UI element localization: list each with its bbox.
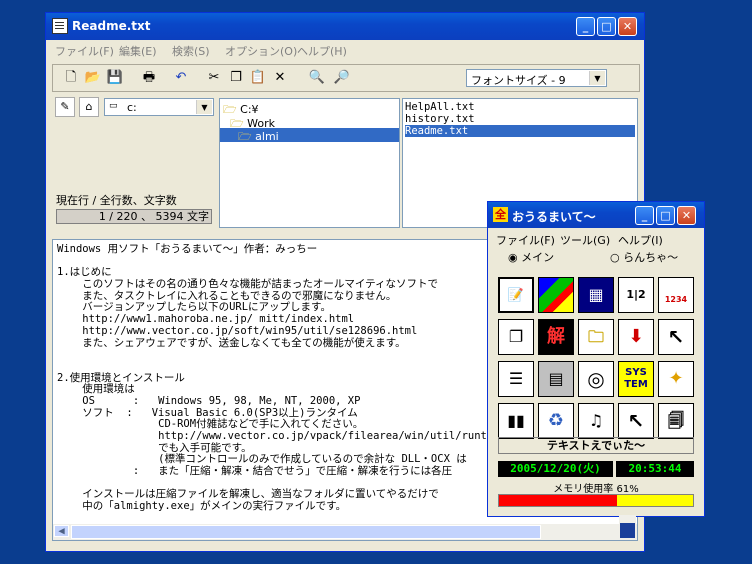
scroll-thumb-vertical[interactable] <box>620 523 635 538</box>
minimize-button[interactable]: _ <box>635 206 654 225</box>
maximize-button[interactable]: □ <box>597 17 616 36</box>
drive-icon: ▭ <box>109 101 118 111</box>
list-item-selected[interactable]: Readme.txt <box>405 125 635 137</box>
radio-main-label: メイン <box>521 251 555 264</box>
music-tool-icon[interactable]: ♫ <box>578 403 614 439</box>
menu-file[interactable]: ファイル(F) <box>496 232 555 248</box>
find-next-icon[interactable]: 🔎 <box>332 68 352 88</box>
left-panel: ✎ ⌂ ▭ c: ▼ 現在行 / 全行数、文字数 1 / 220 、 5394 … <box>52 96 218 228</box>
find-icon[interactable]: 🔍 <box>307 68 327 88</box>
scroll-thumb[interactable] <box>71 525 541 539</box>
status-value: 1 / 220 、 5394 文字 <box>56 209 212 224</box>
memory-usage-label: メモリ使用率 61% <box>553 484 639 495</box>
calculator-tool-icon[interactable]: ▦ <box>578 277 614 313</box>
number-tool-icon[interactable]: 1234 <box>658 277 694 313</box>
undo-icon[interactable]: ↶ <box>171 68 191 88</box>
launcher-title: おうるまいて～ <box>512 210 596 224</box>
editor-vertical-scrollbar[interactable] <box>619 515 636 539</box>
memory-usage-bar <box>498 494 694 507</box>
edit-properties-icon[interactable]: ✎ <box>55 97 75 117</box>
horizontal-scrollbar[interactable]: ◀ <box>53 524 637 540</box>
print-icon[interactable]: 🖶 <box>139 68 159 88</box>
radio-launcher-label: らんちゃ～ <box>623 251 679 264</box>
chevron-down-icon[interactable]: ▼ <box>196 100 212 114</box>
film-tool-icon[interactable]: ▤ <box>538 361 574 397</box>
memory-usage-fill <box>499 495 618 506</box>
launcher-window: 全 おうるまいて～ _ □ ✕ ファイル(F) ツール(G) ヘルプ(I) ◉ … <box>487 201 705 517</box>
folder-open-icon: 🗁 <box>238 130 252 143</box>
selected-tool-label: テキストえでぃた～ <box>498 437 694 454</box>
text-list-tool-icon[interactable]: ☰ <box>498 361 534 397</box>
paint-tool-icon[interactable] <box>538 277 574 313</box>
kai-tool-icon[interactable]: 解 <box>538 319 574 355</box>
calendar-tool-icon[interactable]: 1|2 <box>618 277 654 313</box>
system-line2: TEM <box>624 379 648 390</box>
list-item[interactable]: history.txt <box>405 113 475 125</box>
status-label: 現在行 / 全行数、文字数 <box>56 194 177 207</box>
folder-label: almi <box>255 130 279 143</box>
system-line1: SYS <box>625 367 647 378</box>
main-window-title: Readme.txt <box>72 19 151 33</box>
home-folder-icon[interactable]: ⌂ <box>79 97 99 117</box>
cut-icon[interactable]: ✂ <box>204 68 224 88</box>
documents-tool-icon[interactable]: 🗐 <box>658 403 694 439</box>
minimize-button[interactable]: _ <box>576 17 595 36</box>
cursor-tool-icon[interactable]: ↖ <box>658 319 694 355</box>
mode-radio-group: ◉ メイン ○ らんちゃ～ <box>488 248 704 264</box>
copy-icon[interactable]: ❐ <box>226 68 246 88</box>
close-button[interactable]: ✕ <box>618 17 637 36</box>
radio-selected-icon: ◉ <box>508 251 518 264</box>
chevron-down-icon[interactable]: ▼ <box>589 71 605 85</box>
paste-icon[interactable]: 📋 <box>248 68 268 88</box>
date-display: 2005/12/20(火) <box>498 461 613 477</box>
window-clock-tool-icon[interactable]: ❐ <box>498 319 534 355</box>
new-file-icon[interactable]: 🗋 <box>61 68 81 88</box>
maximize-button[interactable]: □ <box>656 206 675 225</box>
time-display: 20:53:44 <box>616 461 694 477</box>
save-icon[interactable]: 💾 <box>105 68 125 88</box>
drive-select[interactable]: ▭ c: ▼ <box>104 98 214 116</box>
tool-grid: 📝 ▦ 1|2 1234 ❐ 解 🗀 ⬇ ↖ ☰ ▤ ◎ SYS TEM ✦ ▮… <box>498 277 698 439</box>
menu-options[interactable]: オプション(O) <box>225 43 297 59</box>
download-tool-icon[interactable]: ⬇ <box>618 319 654 355</box>
pointer-tool-icon[interactable]: ↖ <box>618 403 654 439</box>
main-menubar: ファイル(F) 編集(E) 検索(S) オプション(O) ヘルプ(H) <box>46 40 644 60</box>
menu-search[interactable]: 検索(S) <box>172 43 210 59</box>
delete-icon[interactable]: ✕ <box>270 68 290 88</box>
menu-tools[interactable]: ツール(G) <box>560 232 610 248</box>
menu-edit[interactable]: 編集(E) <box>119 43 157 59</box>
recycle-tool-icon[interactable]: ♻ <box>538 403 574 439</box>
scroll-left-icon[interactable]: ◀ <box>54 525 69 537</box>
font-size-value: フォントサイズ - 9 <box>471 74 566 87</box>
cd-tool-icon[interactable]: ◎ <box>578 361 614 397</box>
lamp-tool-icon[interactable]: ✦ <box>658 361 694 397</box>
text-editor-tool-icon[interactable]: 📝 <box>498 277 534 313</box>
font-size-select[interactable]: フォントサイズ - 9 ▼ <box>466 69 607 87</box>
open-folder-icon[interactable]: 📂 <box>83 68 103 88</box>
equalizer-tool-icon[interactable]: ▮▮ <box>498 403 534 439</box>
folder-move-tool-icon[interactable]: 🗀 <box>578 319 614 355</box>
launcher-titlebar[interactable]: 全 おうるまいて～ _ □ ✕ <box>488 202 704 228</box>
menu-help[interactable]: ヘルプ(I) <box>618 232 663 248</box>
list-item[interactable]: HelpAll.txt <box>405 101 475 113</box>
menu-file[interactable]: ファイル(F) <box>55 43 114 59</box>
menu-help[interactable]: ヘルプ(H) <box>297 43 347 59</box>
launcher-menubar: ファイル(F) ツール(G) ヘルプ(I) <box>488 230 704 248</box>
zen-app-icon: 全 <box>493 207 508 222</box>
drive-value: c: <box>127 101 137 114</box>
radio-launcher[interactable]: ○ らんちゃ～ <box>610 249 678 265</box>
main-titlebar[interactable]: Readme.txt _ □ ✕ <box>46 13 644 40</box>
radio-unselected-icon: ○ <box>610 251 620 264</box>
radio-main[interactable]: ◉ メイン <box>508 249 554 265</box>
folder-tree: 🗁 C:¥ 🗁 Work 🗁 almi <box>219 98 400 228</box>
close-button[interactable]: ✕ <box>677 206 696 225</box>
notepad-icon <box>52 18 68 34</box>
folder-item-selected[interactable]: 🗁 almi <box>220 128 399 143</box>
main-toolbar: 🗋 📂 💾 🖶 ↶ ✂ ❐ 📋 ✕ 🔍 🔎 フォントサイズ - 9 ▼ <box>52 64 640 92</box>
system-tool-icon[interactable]: SYS TEM <box>618 361 654 397</box>
